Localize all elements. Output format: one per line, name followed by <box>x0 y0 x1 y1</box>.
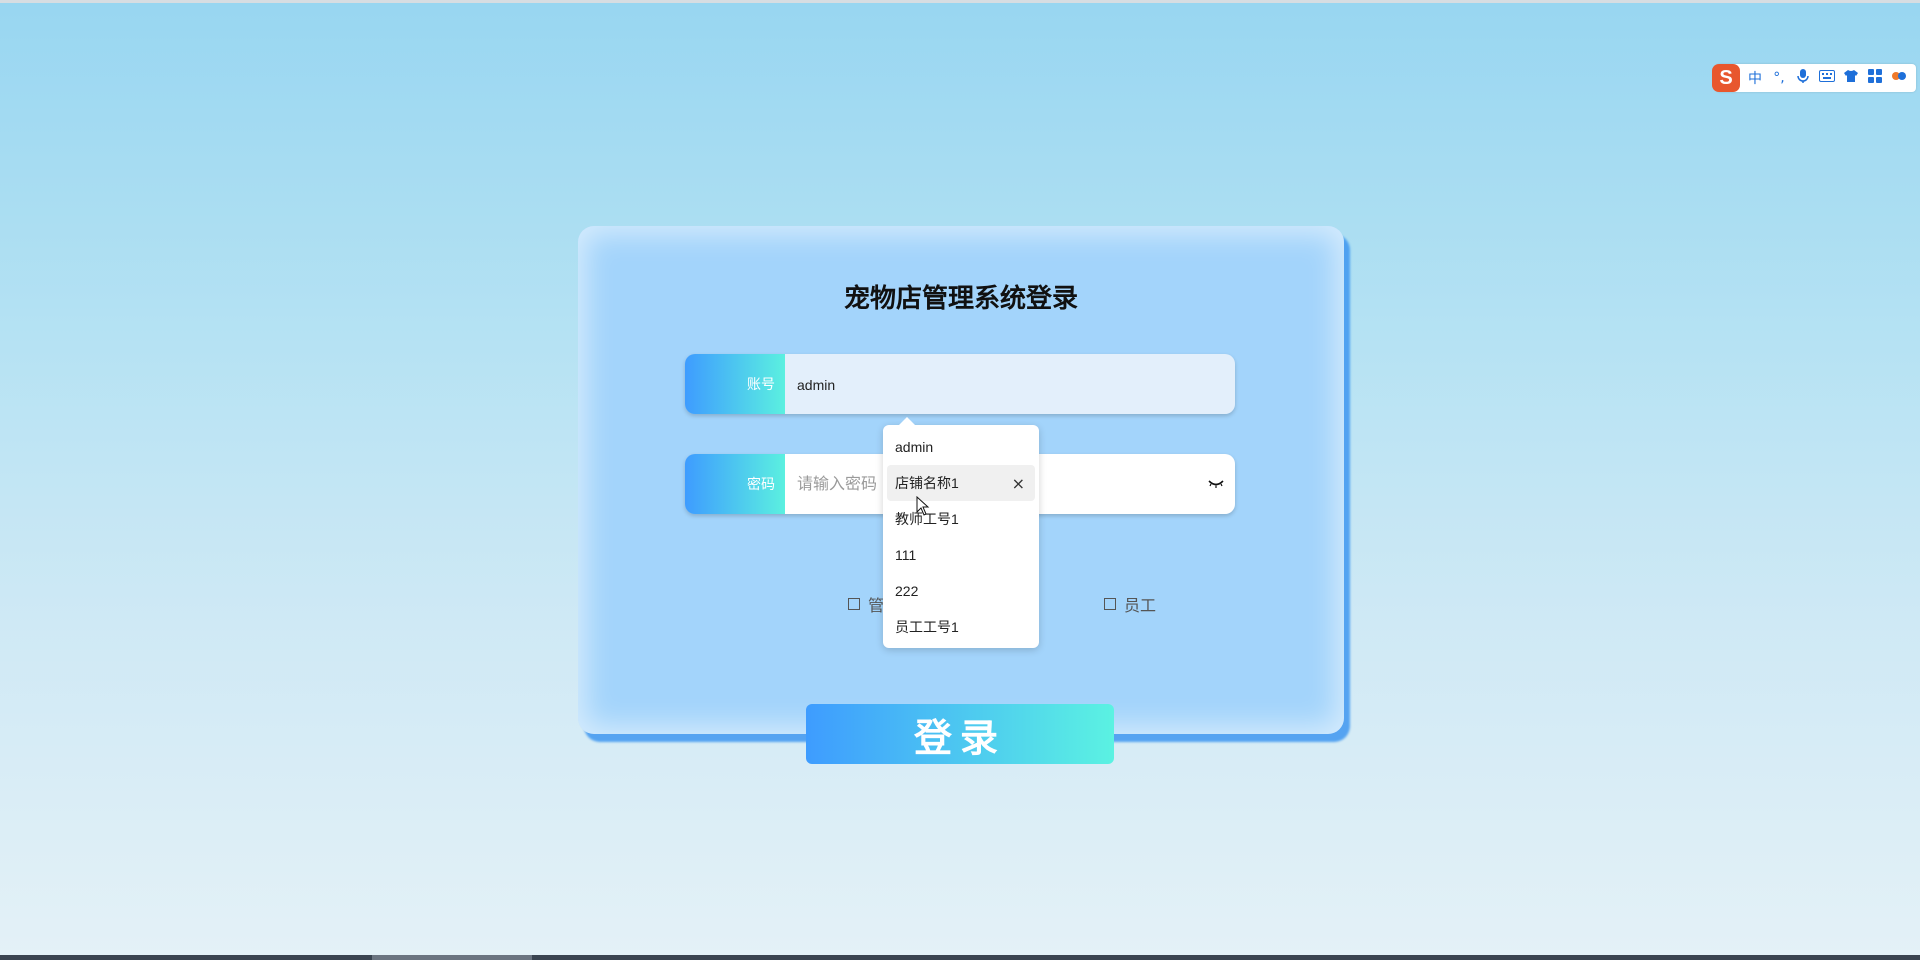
ime-chinese-mode-icon[interactable]: 中 <box>1746 68 1764 88</box>
autocomplete-option-label: 员工工号1 <box>895 619 959 635</box>
role-admin-option[interactable]: 管 <box>848 592 884 616</box>
password-label: 密码 <box>685 454 785 514</box>
autocomplete-option-label: 店铺名称1 <box>895 475 959 491</box>
autocomplete-option[interactable]: admin <box>887 429 1035 465</box>
ime-keyboard-icon[interactable] <box>1818 70 1836 86</box>
account-label: 账号 <box>685 354 785 414</box>
account-input[interactable] <box>785 354 1235 414</box>
login-button[interactable]: 登录 <box>806 704 1114 764</box>
taskbar-segment <box>372 955 532 960</box>
ime-toolbox-icon[interactable] <box>1866 69 1884 87</box>
role-admin-label: 管 <box>868 598 885 615</box>
autocomplete-option[interactable]: 111 <box>887 537 1035 573</box>
ime-punctuation-icon[interactable]: °, <box>1770 70 1788 86</box>
role-staff-checkbox[interactable] <box>1104 598 1116 610</box>
ime-toolbar[interactable]: S 中 °, <box>1712 64 1916 92</box>
eye-closed-icon[interactable] <box>1207 475 1225 493</box>
account-autocomplete-dropdown: admin 店铺名称1 × 教师工号1 111 222 员工工号1 <box>883 417 1039 648</box>
window-top-border <box>0 0 1920 3</box>
autocomplete-option-label: admin <box>895 439 934 455</box>
role-admin-checkbox[interactable] <box>848 598 860 610</box>
sogou-logo-icon[interactable]: S <box>1712 64 1740 92</box>
page-title: 宠物店管理系统登录 <box>843 283 1078 313</box>
taskbar-edge <box>0 955 1920 960</box>
ime-skin-icon[interactable] <box>1842 69 1860 87</box>
autocomplete-option-highlighted[interactable]: 店铺名称1 × <box>887 465 1035 501</box>
autocomplete-option[interactable]: 员工工号1 <box>887 609 1035 645</box>
mouse-pointer-icon <box>916 496 930 516</box>
role-staff-label: 员工 <box>1124 598 1157 615</box>
role-staff-option[interactable]: 员工 <box>1104 592 1156 616</box>
autocomplete-option-label: 222 <box>895 583 919 599</box>
autocomplete-option[interactable]: 222 <box>887 573 1035 609</box>
ime-settings-icon[interactable] <box>1890 70 1908 86</box>
autocomplete-option[interactable]: 教师工号1 <box>887 501 1035 537</box>
ime-voice-icon[interactable] <box>1794 68 1812 88</box>
autocomplete-option-label: 111 <box>895 547 917 563</box>
account-field: 账号 <box>685 354 1235 414</box>
remove-entry-close-icon[interactable]: × <box>1012 474 1025 493</box>
